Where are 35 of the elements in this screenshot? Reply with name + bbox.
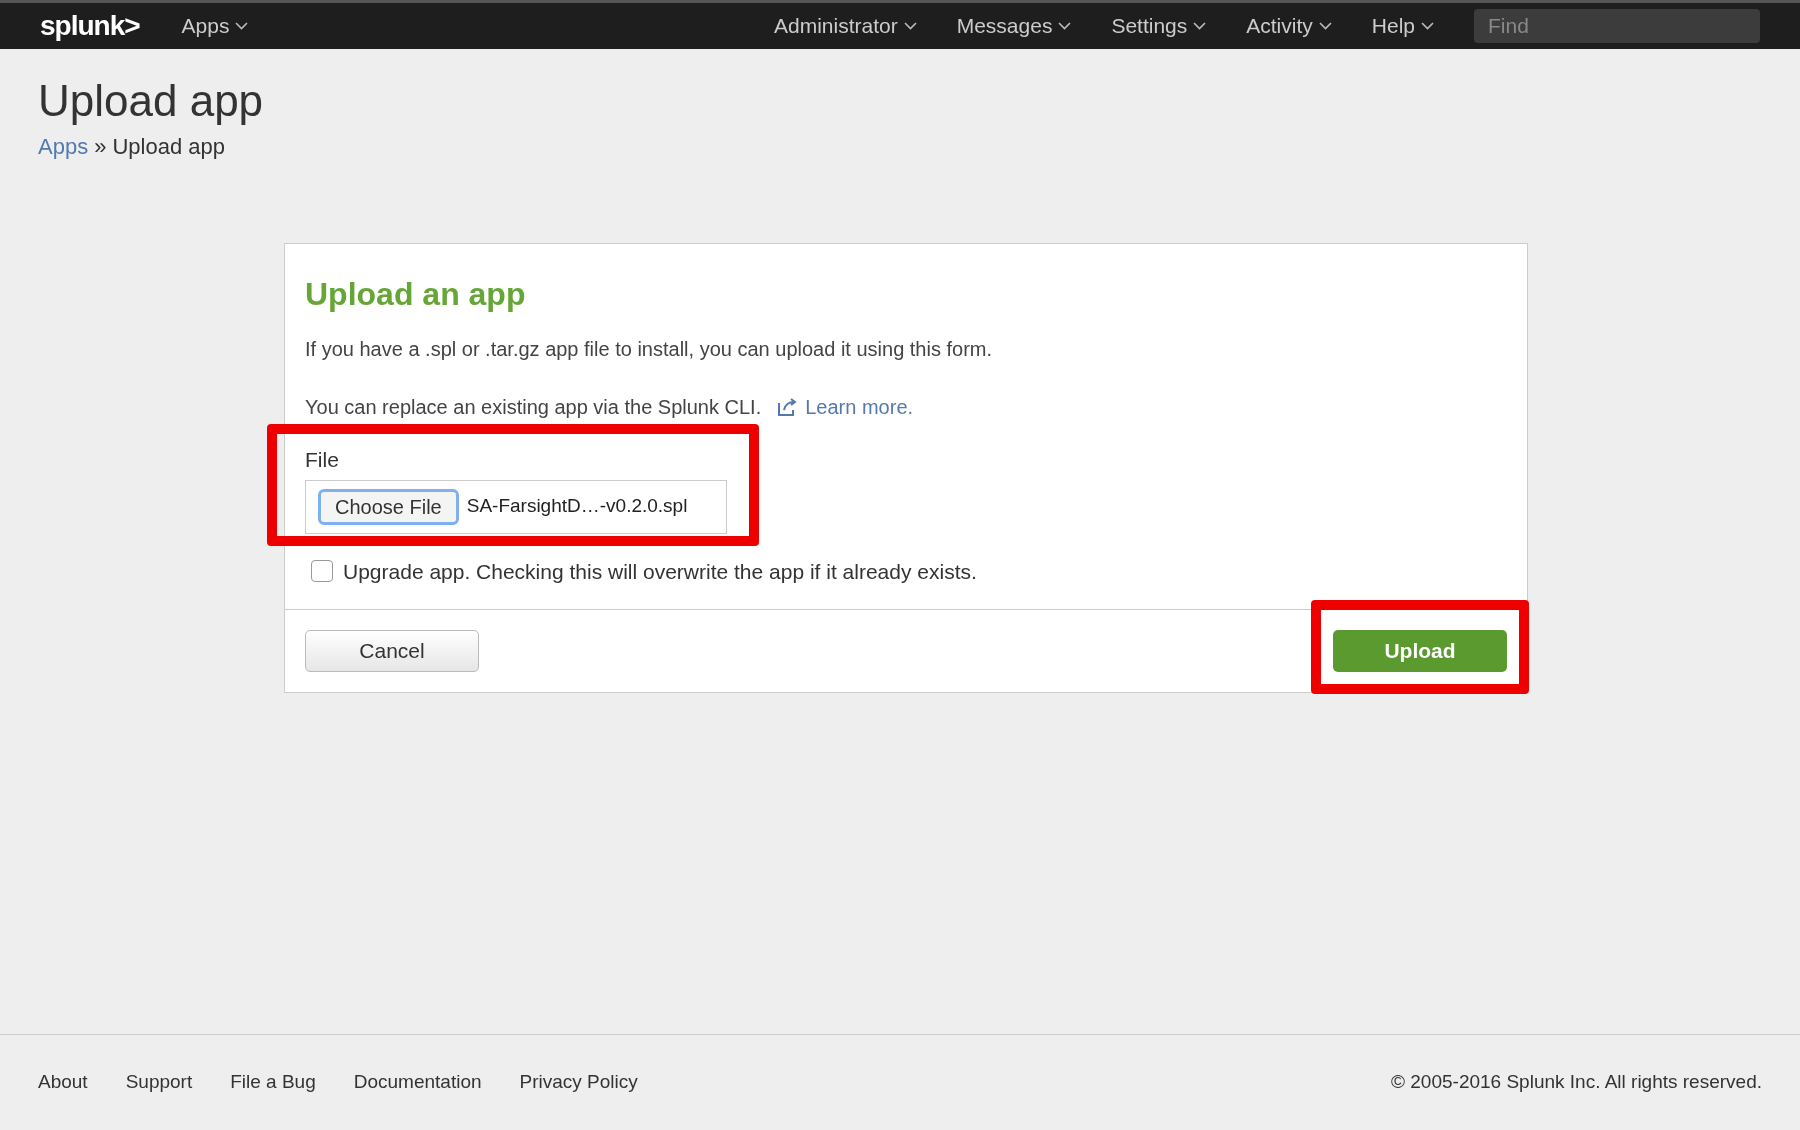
cancel-button[interactable]: Cancel xyxy=(305,630,479,672)
intro-text: If you have a .spl or .tar.gz app file to install, you can upload it using this form. xyxy=(305,337,993,362)
footer-link[interactable]: About xyxy=(38,1068,88,1097)
nav-menu[interactable]: Administrator xyxy=(773,10,917,42)
cli-note: You can replace an existing app via the Splunk CLI. xyxy=(305,395,762,420)
chevron-down-icon xyxy=(1421,22,1434,30)
nav-menu[interactable]: Messages xyxy=(956,10,1072,42)
breadcrumb-current: Upload app xyxy=(112,133,225,161)
learn-more-link[interactable]: Learn more. xyxy=(777,392,914,422)
chevron-down-icon xyxy=(1193,22,1207,30)
breadcrumb-separator: » xyxy=(94,133,107,161)
upgrade-checkbox[interactable] xyxy=(311,560,333,583)
breadcrumb-link[interactable]: Apps xyxy=(38,130,89,163)
card-heading: Upload an app xyxy=(305,275,526,314)
file-label: File xyxy=(305,447,340,473)
page-title: Upload app xyxy=(38,75,264,127)
file-input[interactable]: Choose File SA-FarsightD…-v0.2.0.spl xyxy=(305,479,727,534)
nav-menu[interactable]: Settings xyxy=(1111,10,1207,42)
chevron-down-icon xyxy=(903,22,917,30)
copyright-text: © 2005-2016 Splunk Inc. All rights reserved. xyxy=(1391,1070,1762,1095)
choose-file-button[interactable]: Choose File xyxy=(318,488,459,525)
splunk-logo[interactable]: splunk> xyxy=(40,5,140,47)
nav-menu[interactable]: Activity xyxy=(1246,10,1332,42)
nav-menu[interactable]: Help xyxy=(1371,10,1434,42)
chevron-down-icon xyxy=(235,22,249,30)
footer-link[interactable]: Privacy Policy xyxy=(519,1068,638,1097)
file-name: SA-FarsightD…-v0.2.0.spl xyxy=(466,494,688,519)
footer-link[interactable]: Support xyxy=(125,1068,193,1097)
chevron-down-icon xyxy=(1058,22,1072,30)
footer-link[interactable]: File a Bug xyxy=(230,1068,316,1097)
footer-link[interactable]: Documentation xyxy=(353,1068,482,1097)
chevron-down-icon xyxy=(1318,22,1332,30)
upgrade-label: Upgrade app. Checking this will overwrite the app if it already exists. xyxy=(343,558,977,585)
search-field[interactable]: Find xyxy=(1474,9,1760,43)
apps-menu[interactable]: Apps xyxy=(181,10,249,42)
